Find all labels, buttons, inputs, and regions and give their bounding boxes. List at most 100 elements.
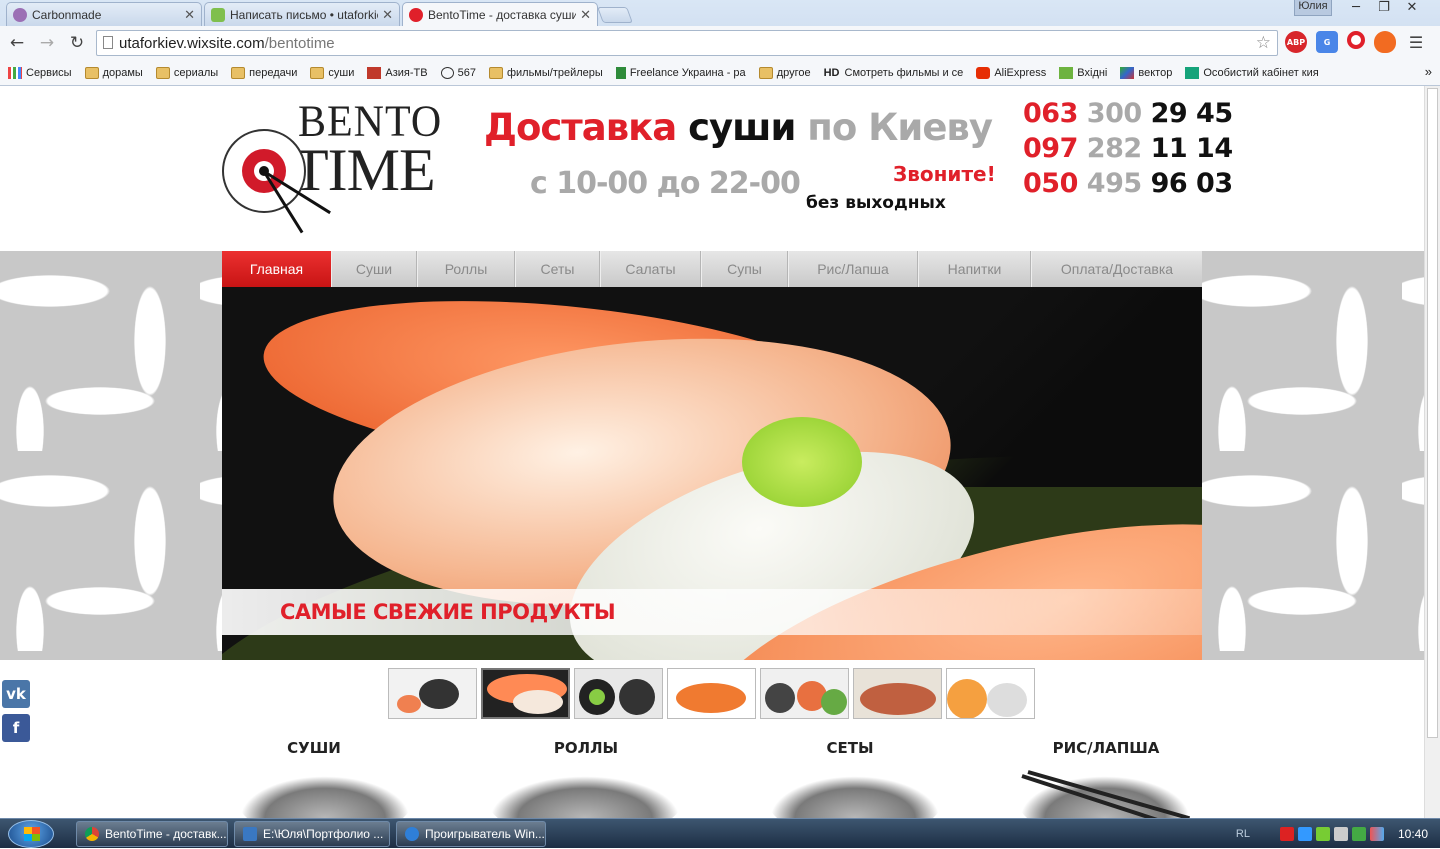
bookmark-aliexpress[interactable]: AliExpress [976, 66, 1046, 79]
category-sushi[interactable]: СУШИ [264, 739, 364, 757]
bookmark-star-icon[interactable]: ☆ [1256, 33, 1271, 53]
slide-thumbnail[interactable] [853, 668, 942, 719]
page-scrollbar[interactable] [1424, 86, 1440, 818]
network-icon[interactable] [1297, 827, 1312, 841]
slide-thumbnail[interactable] [574, 668, 663, 719]
folder-icon [488, 66, 503, 79]
hero-slideshow[interactable]: САМЫЕ СВЕЖИЕ ПРОДУКТЫ [222, 287, 1202, 660]
phone-number[interactable]: 063 300 29 45 [1023, 96, 1233, 131]
folder-icon [231, 66, 246, 79]
close-tab-icon[interactable]: ✕ [580, 7, 591, 23]
browser-toolbar: ← → ↻ utaforkiev.wixsite.com/bentotime ☆… [0, 26, 1440, 60]
bookmark-sushi[interactable]: суши [310, 66, 354, 79]
slide-thumbnail[interactable] [946, 668, 1035, 719]
bookmark-serials[interactable]: сериалы [155, 66, 218, 79]
bookmark-567[interactable]: 567 [440, 66, 476, 79]
folder-icon [155, 66, 170, 79]
reload-icon[interactable]: ↻ [64, 33, 90, 53]
language-indicator[interactable]: RL [1236, 828, 1250, 840]
category-sets[interactable]: СЕТЫ [800, 739, 900, 757]
menu-item-soups[interactable]: Супы [701, 251, 788, 287]
taskbar-item-explorer[interactable]: E:\Юля\Портфолио ... [234, 821, 390, 847]
facebook-icon[interactable]: f [2, 714, 30, 742]
bookmark-films[interactable]: фильмы/трейлеры [488, 66, 603, 79]
forward-icon[interactable]: → [34, 33, 60, 53]
close-window-icon[interactable]: ✕ [1398, 0, 1426, 18]
fire-icon[interactable] [1374, 31, 1396, 53]
right-pattern [1202, 251, 1424, 660]
badge-16-icon[interactable] [1315, 827, 1330, 841]
antivirus-icon[interactable] [1279, 827, 1294, 841]
menu-item-salads[interactable]: Салаты [600, 251, 701, 287]
menu-item-sets[interactable]: Сеты [515, 251, 600, 287]
menu-icon[interactable]: ☰ [1405, 31, 1427, 53]
menu-item-payment-delivery[interactable]: Оплата/Доставка [1031, 251, 1202, 287]
bookmark-freelance[interactable]: Freelance Украина - ра [615, 66, 746, 79]
slide-thumbnail[interactable] [667, 668, 756, 719]
bookmark-vector[interactable]: вектор [1120, 66, 1172, 79]
tab-mail[interactable]: Написать письмо • utaforkiev ✕ [204, 2, 400, 26]
system-tray: RL 10:40 [1236, 819, 1440, 849]
menu-item-home[interactable]: Главная [222, 251, 331, 287]
bookmark-shows[interactable]: передачи [231, 66, 297, 79]
menu-item-rolls[interactable]: Роллы [417, 251, 515, 287]
user-profile-badge[interactable]: Юлия [1294, 0, 1332, 16]
bookmark-dorama[interactable]: дорамы [84, 66, 143, 79]
bookmark-servisy[interactable]: Сервисы [8, 66, 72, 79]
slide-thumbnail[interactable] [388, 668, 477, 719]
rolls-category-image[interactable] [490, 776, 680, 818]
main-menu: Главная Суши Роллы Сеты Салаты Супы Рис/… [222, 251, 1202, 287]
bookmark-asiatv[interactable]: Азия-ТВ [367, 66, 428, 79]
slide-thumbnail[interactable] [760, 668, 849, 719]
adblock-icon[interactable]: ABP [1285, 31, 1307, 53]
freelance-icon [615, 66, 626, 79]
bookmark-other[interactable]: другое [758, 66, 811, 79]
back-icon[interactable]: ← [4, 33, 30, 53]
phone-number[interactable]: 097 282 11 14 [1023, 131, 1233, 166]
phone-number[interactable]: 050 495 96 03 [1023, 166, 1233, 201]
opera-icon[interactable] [1347, 31, 1365, 49]
bookmark-hd[interactable]: HD Смотреть фильмы и се [824, 67, 964, 79]
tab-title: BentoTime - доставка суши [428, 8, 577, 22]
carbonmade-favicon [13, 7, 27, 22]
mail-icon [1059, 66, 1074, 79]
taskbar-item-chrome[interactable]: BentoTime - доставк... [76, 821, 228, 847]
logo-line2: TIME [292, 137, 436, 203]
tab-title: Carbonmade [32, 7, 102, 22]
minimize-icon[interactable]: ─ [1342, 0, 1370, 18]
battery-icon[interactable] [1351, 827, 1366, 841]
close-tab-icon[interactable]: ✕ [184, 7, 195, 23]
taskbar-item-media-player[interactable]: Проигрыватель Win... [396, 821, 546, 847]
scrollbar-thumb[interactable] [1427, 88, 1438, 738]
tab-carbonmade[interactable]: Carbonmade ✕ [6, 2, 202, 26]
start-button[interactable] [8, 820, 54, 848]
address-bar[interactable]: utaforkiev.wixsite.com/bentotime ☆ [96, 30, 1278, 56]
slide-thumbnail[interactable] [481, 668, 570, 719]
sushi-category-image[interactable] [240, 776, 410, 818]
bookmarks-more-icon[interactable]: » [1425, 64, 1432, 79]
extensions-area: ABP G ☰ [1276, 31, 1427, 53]
bento-time-logo[interactable]: BENTO TIME [222, 98, 441, 248]
sets-category-image[interactable] [770, 776, 940, 818]
close-tab-icon[interactable]: ✕ [382, 7, 393, 23]
restore-icon[interactable]: ❐ [1370, 0, 1398, 18]
browser-chrome: Carbonmade ✕ Написать письмо • utaforkie… [0, 0, 1440, 86]
menu-item-drinks[interactable]: Напитки [918, 251, 1031, 287]
category-rolls[interactable]: РОЛЛЫ [536, 739, 636, 757]
flag-icon[interactable] [1369, 827, 1384, 841]
new-tab-button[interactable] [597, 7, 633, 23]
vk-icon[interactable]: vk [2, 680, 30, 708]
no-days-off: без выходных [806, 193, 946, 213]
translate-icon[interactable]: G [1316, 31, 1338, 53]
apps-icon [8, 66, 22, 79]
menu-item-rice-noodles[interactable]: Рис/Лапша [788, 251, 918, 287]
bookmark-inbox[interactable]: Вхідні [1059, 66, 1107, 79]
volume-icon[interactable] [1333, 827, 1348, 841]
folder-icon [84, 66, 99, 79]
slideshow-thumbnails [388, 668, 1039, 719]
menu-item-sushi[interactable]: Суши [331, 251, 417, 287]
clock[interactable]: 10:40 [1398, 827, 1428, 841]
tab-bentotime[interactable]: BentoTime - доставка суши ✕ [402, 2, 598, 27]
bookmark-kyivstar[interactable]: Особистий кабінет кия [1185, 66, 1319, 79]
category-rice-noodles[interactable]: РИС/ЛАПША [1046, 739, 1166, 757]
